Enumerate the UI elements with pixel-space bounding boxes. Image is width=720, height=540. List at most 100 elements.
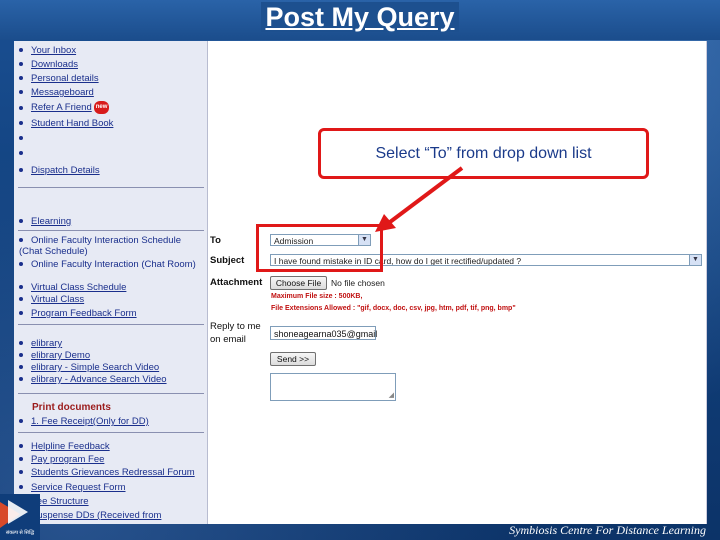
query-textarea[interactable]: ◢ (270, 373, 396, 401)
nav-label: Helpline Feedback (31, 441, 110, 452)
nav-label: Students Grievances Redressal Forum (31, 467, 195, 478)
nav-item-inbox[interactable]: Your Inbox (19, 45, 76, 56)
nav-label: Student Hand Book (31, 118, 114, 129)
nav-label: Virtual Class (31, 294, 85, 305)
nav-item-service-request[interactable]: Service Request Form (19, 482, 126, 493)
bullet-icon (19, 219, 23, 224)
print-documents-heading: Print documents (32, 402, 111, 413)
no-file-chosen-text: No file chosen (331, 278, 385, 288)
bullet-icon (19, 457, 23, 462)
nav-item-virtual-class-schedule[interactable]: Virtual Class Schedule (19, 282, 126, 293)
nav-item-virtual-class[interactable]: Virtual Class (19, 294, 84, 305)
nav-label: elibrary (31, 338, 63, 349)
bullet-icon (19, 76, 23, 81)
attachment-label: Attachment (210, 277, 263, 288)
new-badge-icon: new (93, 101, 110, 114)
nav-item-student-handbook[interactable]: Student Hand Book (19, 118, 113, 129)
nav-item-elibrary-simple-video[interactable]: elibrary - Simple Search Video (19, 362, 159, 373)
bullet-icon (19, 238, 23, 243)
bullet-icon (19, 285, 23, 290)
bullet-icon (19, 485, 23, 490)
nav-item-downloads[interactable]: Downloads (19, 59, 78, 70)
nav-item-program-feedback[interactable]: Program Feedback Form (19, 308, 137, 319)
nav-label: Downloads (31, 59, 78, 70)
nav-label: elibrary - Simple Search Video (31, 362, 160, 373)
nav-item-chat-room[interactable]: Online Faculty Interaction (Chat Room) (19, 259, 204, 270)
bullet-icon (19, 48, 23, 53)
nav-label: Dispatch Details (31, 165, 100, 176)
email-field[interactable]: shoneagearna035@gmail (270, 326, 377, 340)
bullet-icon (19, 470, 23, 475)
nav-item-elibrary-demo[interactable]: elibrary Demo (19, 350, 90, 361)
nav-item-elearning[interactable]: Elearning (19, 216, 71, 227)
nav-item-refer-a-friend[interactable]: Refer A Friend new (19, 101, 110, 114)
to-field-highlight (256, 224, 383, 272)
on-email-label: on email (210, 334, 246, 345)
nav-item-fee-receipt[interactable]: 1. Fee Receipt(Only for DD) (19, 416, 149, 427)
max-file-size-text: Maximum File size : 500KB, (271, 293, 363, 300)
bullet-icon (19, 62, 23, 67)
instruction-callout: Select “To” from drop down list (318, 128, 649, 179)
bullet-icon (19, 311, 23, 316)
nav-label: Online Faculty Interaction Schedule (Cha… (19, 235, 181, 257)
nav-label: Pay program Fee (31, 454, 105, 465)
nav-divider (18, 393, 204, 394)
subject-label: Subject (210, 255, 245, 266)
nav-divider (18, 324, 204, 325)
bullet-icon (19, 121, 23, 126)
nav-label: Elearning (31, 216, 72, 227)
nav-label: Refer A Friend (31, 102, 92, 114)
bullet-icon (19, 105, 23, 110)
nav-item-personal-details[interactable]: Personal details (19, 73, 99, 84)
bullet-icon (19, 353, 23, 358)
bullet-icon (19, 262, 23, 267)
resize-grip-icon[interactable]: ◢ (389, 391, 394, 399)
file-extensions-text: File Extensions Allowed : "gif, docx, do… (271, 305, 516, 312)
screenshot-panel: Your Inbox Downloads Personal details Me… (14, 41, 707, 524)
nav-item-messageboard[interactable]: Messageboard (19, 87, 94, 98)
nav-item-empty-1 (19, 133, 31, 144)
nav-label: Program Feedback Form (31, 308, 137, 319)
bullet-icon (19, 297, 23, 302)
nav-label: Online Faculty Interaction (Chat Room) (31, 259, 196, 270)
nav-item-grievances-forum[interactable]: Students Grievances Redressal Forum (19, 467, 195, 478)
nav-divider (18, 187, 204, 188)
nav-label: Suspense DDs (Received from (31, 510, 162, 521)
bullet-icon (19, 365, 23, 370)
chevron-down-icon: ▼ (689, 255, 701, 265)
nav-divider (18, 230, 204, 231)
bullet-icon (19, 341, 23, 346)
nav-item-dispatch-details[interactable]: Dispatch Details (19, 165, 100, 176)
bullet-icon (19, 151, 23, 156)
nav-label: elibrary Demo (31, 350, 91, 361)
nav-item-suspense-dds[interactable]: Suspense DDs (Received from (19, 510, 161, 521)
nav-item-chat-schedule[interactable]: Online Faculty Interaction Schedule (Cha… (19, 235, 204, 257)
bullet-icon (19, 444, 23, 449)
nav-label: Personal details (31, 73, 99, 84)
nav-divider (18, 432, 204, 433)
nav-item-pay-program-fee[interactable]: Pay program Fee (19, 454, 104, 465)
send-button[interactable]: Send >> (270, 352, 316, 366)
nav-label: Your Inbox (31, 45, 77, 56)
bullet-icon (19, 419, 23, 424)
nav-item-helpline-feedback[interactable]: Helpline Feedback (19, 441, 110, 452)
footer-text: Symbiosis Centre For Distance Learning (509, 523, 706, 537)
choose-file-button[interactable]: Choose File (270, 276, 327, 290)
reply-to-me-label: Reply to me (210, 321, 261, 332)
bullet-icon (19, 377, 23, 382)
slide-title-text: Post My Query (261, 2, 459, 32)
to-label: To (210, 235, 221, 246)
nav-item-elibrary-advance-video[interactable]: elibrary - Advance Search Video (19, 374, 167, 385)
nav-label: elibrary - Advance Search Video (31, 374, 167, 385)
nav-label: 1. Fee Receipt(Only for DD) (31, 416, 149, 427)
slide-title: Post My Query (0, 2, 720, 33)
bullet-icon (19, 168, 23, 173)
bullet-icon (19, 90, 23, 95)
nav-item-empty-2 (19, 148, 31, 159)
nav-label: Service Request Form (31, 482, 126, 493)
nav-label: Virtual Class Schedule (31, 282, 127, 293)
left-navigation: Your Inbox Downloads Personal details Me… (14, 41, 208, 524)
bullet-icon (19, 136, 23, 141)
callout-text: Select “To” from drop down list (375, 145, 592, 162)
nav-item-elibrary[interactable]: elibrary (19, 338, 62, 349)
